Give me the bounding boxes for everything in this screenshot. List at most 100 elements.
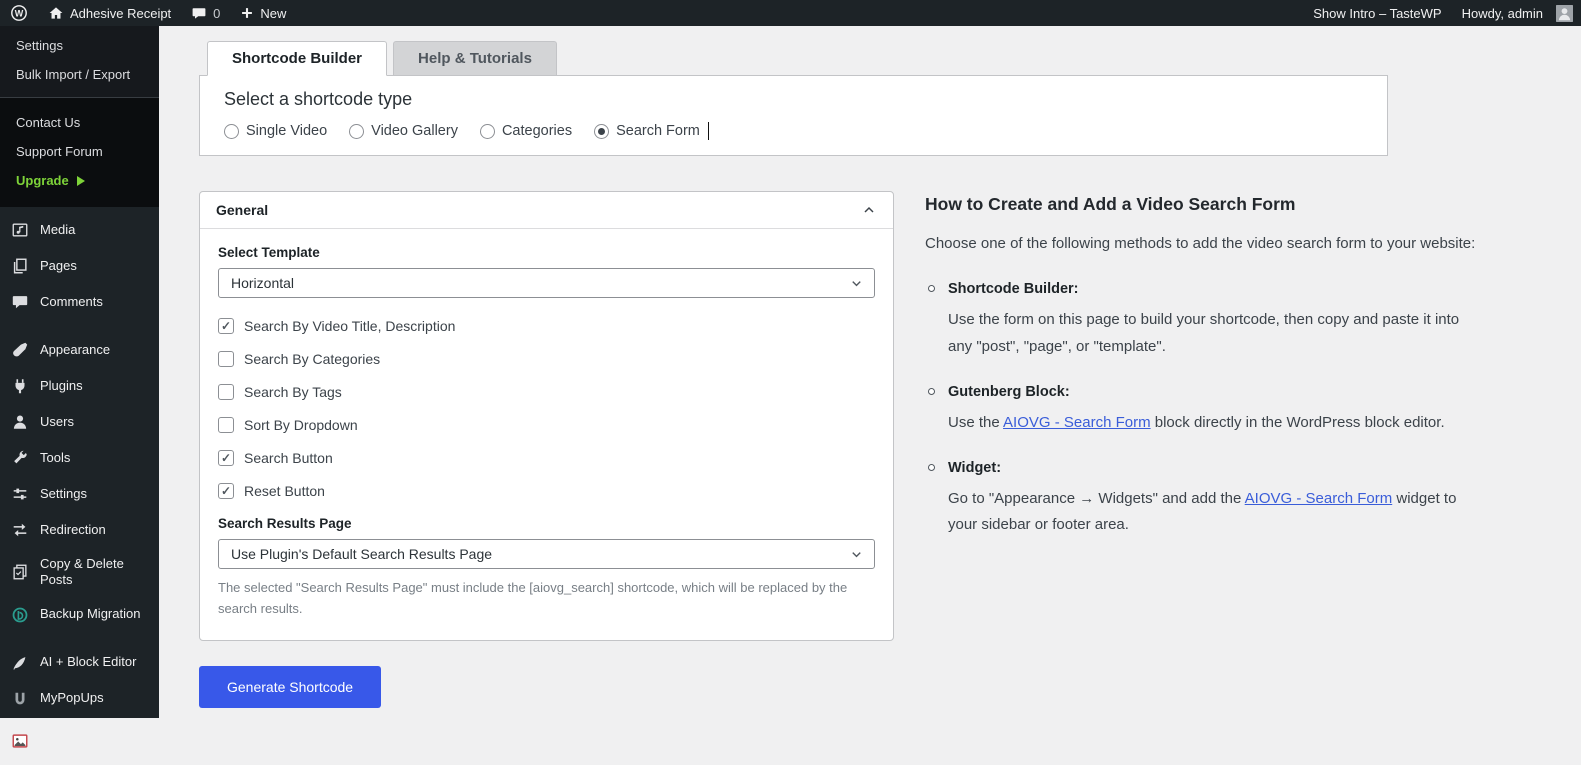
sidebar-item-comments[interactable]: Comments xyxy=(0,284,159,320)
generate-shortcode-button[interactable]: Generate Shortcode xyxy=(199,666,381,708)
menu-label: AI + Block Editor xyxy=(40,654,136,670)
radio-video-gallery[interactable]: Video Gallery xyxy=(349,123,458,139)
sidebar-item-bulk-import-export[interactable]: Bulk Import / Export xyxy=(0,60,159,89)
checkbox-label: Search By Categories xyxy=(244,351,380,367)
radio-icon xyxy=(480,124,495,139)
plugin-submenu-bottom: Contact Us Support Forum Upgrade xyxy=(0,98,159,207)
menu-label: Appearance xyxy=(40,342,110,358)
search-results-page-value: Use Plugin's Default Search Results Page xyxy=(231,546,492,562)
appearance-brush-icon xyxy=(10,340,30,360)
radio-single-video[interactable]: Single Video xyxy=(224,123,327,139)
checkbox-search-by-categories[interactable]: Search By Categories xyxy=(218,351,875,367)
shortcode-type-box: Select a shortcode type Single Video Vid… xyxy=(199,75,1388,156)
method-widget: Widget: Go to "Appearance → Widgets" and… xyxy=(925,460,1480,539)
menu-label: Pages xyxy=(40,258,77,274)
shortcode-type-options: Single Video Video Gallery Categories Se… xyxy=(224,122,1363,140)
sidebar-item-upgrade[interactable]: Upgrade xyxy=(0,166,159,195)
sidebar-item-mypopups[interactable]: MyPopUps xyxy=(0,681,159,717)
sidebar-item-appearance[interactable]: Appearance xyxy=(0,332,159,368)
search-results-page-help: The selected "Search Results Page" must … xyxy=(218,578,875,620)
tab-shortcode-builder[interactable]: Shortcode Builder xyxy=(207,41,387,76)
radio-icon xyxy=(594,124,609,139)
show-intro-link[interactable]: Show Intro – TasteWP xyxy=(1303,0,1451,26)
tab-bar: Shortcode Builder Help & Tutorials xyxy=(207,41,1581,75)
method-label: Shortcode Builder: xyxy=(948,281,1480,297)
radio-search-form[interactable]: Search Form xyxy=(594,122,709,140)
sidebar-item-settings[interactable]: Settings xyxy=(0,476,159,512)
sidebar-item-plugins[interactable]: Plugins xyxy=(0,368,159,404)
method-desc: Use the AIOVG - Search Form block direct… xyxy=(948,410,1480,436)
radio-categories[interactable]: Categories xyxy=(480,123,572,139)
settings-sliders-icon xyxy=(10,484,30,504)
method-desc: Go to "Appearance → Widgets" and add the… xyxy=(948,486,1480,539)
checkbox-icon xyxy=(218,351,234,367)
checkbox-label: Reset Button xyxy=(244,483,325,499)
general-panel-title: General xyxy=(216,202,268,218)
sidebar-item-media[interactable]: Media xyxy=(0,212,159,248)
comments-count: 0 xyxy=(213,6,220,21)
search-results-page-dropdown[interactable]: Use Plugin's Default Search Results Page xyxy=(218,539,875,569)
wordpress-logo-menu[interactable]: W xyxy=(0,0,38,26)
aiovg-search-form-link[interactable]: AIOVG - Search Form xyxy=(1003,414,1151,431)
checkbox-reset-button[interactable]: Reset Button xyxy=(218,483,875,499)
checkbox-icon xyxy=(218,384,234,400)
chevron-down-icon xyxy=(849,547,864,562)
method-desc-text: Use the form on this page to build your … xyxy=(948,311,1459,354)
sidebar-item-support-forum[interactable]: Support Forum xyxy=(0,137,159,166)
checkbox-search-by-title[interactable]: Search By Video Title, Description xyxy=(218,318,875,334)
sidebar-item-users[interactable]: Users xyxy=(0,404,159,440)
quill-icon xyxy=(10,653,30,673)
general-panel: General Select Template Horizontal xyxy=(199,191,894,641)
sidebar-item-ai-block-editor[interactable]: AI + Block Editor xyxy=(0,645,159,681)
checkbox-label: Search By Video Title, Description xyxy=(244,318,455,334)
radio-label: Video Gallery xyxy=(371,123,458,139)
checkbox-sort-by-dropdown[interactable]: Sort By Dropdown xyxy=(218,417,875,433)
comments-icon xyxy=(10,292,30,312)
comments-shortcut[interactable]: 0 xyxy=(181,0,230,26)
checkbox-label: Search By Tags xyxy=(244,384,342,400)
checkbox-search-by-tags[interactable]: Search By Tags xyxy=(218,384,875,400)
method-label: Gutenberg Block: xyxy=(948,384,1480,400)
sidebar-item-tools[interactable]: Tools xyxy=(0,440,159,476)
menu-label: Copy & Delete Posts xyxy=(40,556,151,589)
redirection-icon xyxy=(10,520,30,540)
menu-label: Users xyxy=(40,414,74,430)
bullet-icon xyxy=(928,388,935,395)
select-template-value: Horizontal xyxy=(231,275,294,291)
menu-label: Media xyxy=(40,222,75,238)
shortcode-type-title: Select a shortcode type xyxy=(224,89,1363,110)
general-panel-header[interactable]: General xyxy=(200,192,893,229)
users-icon xyxy=(10,412,30,432)
sidebar-item-plugin-settings[interactable]: Settings xyxy=(0,31,159,60)
upgrade-label: Upgrade xyxy=(16,173,69,188)
aiovg-search-form-link[interactable]: AIOVG - Search Form xyxy=(1245,490,1393,507)
help-title: How to Create and Add a Video Search For… xyxy=(925,194,1480,215)
site-link[interactable]: Adhesive Receipt xyxy=(38,0,181,26)
sidebar-item-pages[interactable]: Pages xyxy=(0,248,159,284)
bullet-icon xyxy=(928,464,935,471)
menu-label: Backup Migration xyxy=(40,606,140,622)
plus-icon xyxy=(240,6,254,20)
sidebar-item-redirection[interactable]: Redirection xyxy=(0,512,159,548)
checkbox-label: Search Button xyxy=(244,450,333,466)
admin-bar: W Adhesive Receipt 0 New Show Intro – Ta… xyxy=(0,0,1581,26)
admin-sidebar: Settings Bulk Import / Export Contact Us… xyxy=(0,26,159,718)
site-name: Adhesive Receipt xyxy=(70,6,171,21)
chevron-down-icon xyxy=(849,276,864,291)
select-template-dropdown[interactable]: Horizontal xyxy=(218,268,875,298)
media-icon xyxy=(10,220,30,240)
comment-bubble-icon xyxy=(191,5,207,21)
account-menu[interactable]: Howdy, admin xyxy=(1452,0,1573,26)
sidebar-item-image-converter-webp[interactable]: Image Converter for WebP xyxy=(0,717,159,765)
checkbox-search-button[interactable]: Search Button xyxy=(218,450,875,466)
new-content-menu[interactable]: New xyxy=(230,0,296,26)
sidebar-item-contact-us[interactable]: Contact Us xyxy=(0,108,159,137)
image-converter-icon xyxy=(10,731,30,751)
method-desc: Use the form on this page to build your … xyxy=(948,307,1480,360)
sidebar-item-backup-migration[interactable]: Backup Migration xyxy=(0,597,159,633)
menu-label: Comments xyxy=(40,294,103,310)
sidebar-item-copy-delete-posts[interactable]: Copy & Delete Posts xyxy=(0,548,159,597)
main-content: Shortcode Builder Help & Tutorials Selec… xyxy=(159,26,1581,725)
tools-wrench-icon xyxy=(10,448,30,468)
tab-help-tutorials[interactable]: Help & Tutorials xyxy=(393,41,557,75)
